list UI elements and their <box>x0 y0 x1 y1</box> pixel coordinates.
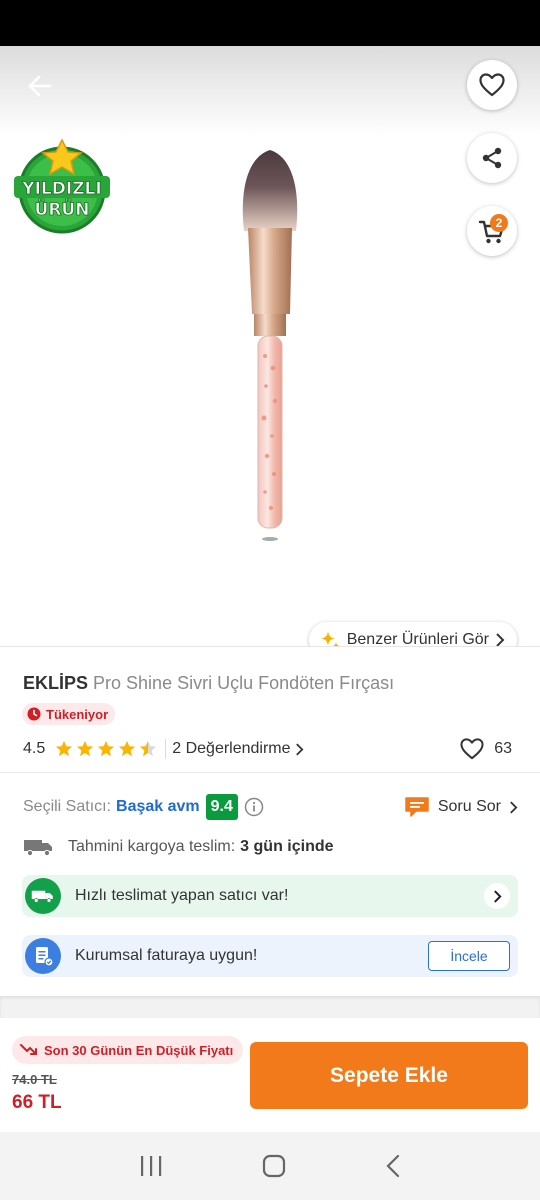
old-price: 74.0 TL <box>12 1072 57 1087</box>
star-icon <box>119 740 136 757</box>
chat-bubble-icon <box>405 797 429 817</box>
current-price: 66 TL <box>12 1092 62 1113</box>
info-icon[interactable] <box>244 797 264 817</box>
corporate-invoice-banner: Kurumsal faturaya uygun! İncele <box>22 935 518 977</box>
like-count: 63 <box>494 740 512 757</box>
product-image <box>242 150 298 541</box>
back-button[interactable] <box>22 68 58 104</box>
ask-question-label: Soru Sor <box>437 798 501 815</box>
featured-product-badge: YILDIZLI ÜRÜN <box>12 138 112 234</box>
truck-icon <box>24 840 52 857</box>
seller-score-badge: 9.4 <box>205 794 238 820</box>
rating-row: 4.5 2 Değerlendirme 63 <box>23 737 518 761</box>
system-nav-bar <box>0 1132 540 1200</box>
star-icon <box>77 740 94 757</box>
seller-name-link[interactable]: Başak avm <box>116 798 200 816</box>
seller-label: Seçili Satıcı: <box>23 798 112 815</box>
stock-status-badge: Tükeniyor <box>22 703 116 725</box>
reviews-link[interactable]: 2 Değerlendirme <box>172 740 304 758</box>
product-brand[interactable]: EKLİPS <box>23 673 88 693</box>
stock-status-label: Tükeniyor <box>46 706 109 722</box>
similar-products-label: Benzer Ürünleri Gör <box>346 631 489 646</box>
fast-delivery-text: Hızlı teslimat yapan satıcı var! <box>75 887 289 904</box>
svg-text:YILDIZLI: YILDIZLI <box>21 179 101 199</box>
divider <box>0 772 540 773</box>
chevron-right-icon <box>510 800 518 814</box>
delivery-estimate-row: Tahmini kargoya teslim: 3 gün içinde <box>23 837 334 857</box>
heart-icon <box>460 738 484 760</box>
trend-down-icon <box>20 1044 37 1055</box>
similar-products-button[interactable]: Benzer Ürünleri Gör <box>308 622 517 646</box>
chevron-right-icon <box>493 889 502 903</box>
rating-value: 4.5 <box>23 740 46 757</box>
reviews-link-label: 2 Değerlendirme <box>172 740 291 757</box>
heart-icon <box>479 73 505 97</box>
fast-truck-icon <box>25 878 61 914</box>
fast-delivery-banner[interactable]: Hızlı teslimat yapan satıcı var! <box>22 875 518 917</box>
chevron-right-icon <box>295 742 304 756</box>
svg-text:ÜRÜN: ÜRÜN <box>35 198 90 220</box>
delivery-value: 3 gün içinde <box>240 838 334 855</box>
rating-separator <box>165 739 167 759</box>
delivery-label: Tahmini kargoya teslim: <box>68 838 236 855</box>
share-icon <box>482 147 502 169</box>
home-icon[interactable] <box>262 1154 286 1178</box>
sparkle-icon <box>320 631 339 646</box>
star-icon <box>98 740 115 757</box>
favorite-button[interactable] <box>467 60 517 110</box>
lowest-price-label: Son 30 Günün En Düşük Fiyatı <box>44 1042 234 1058</box>
half-star-icon <box>140 740 157 757</box>
ask-question-button[interactable]: Soru Sor <box>404 795 518 819</box>
section-gap <box>0 996 540 1018</box>
review-button[interactable]: İncele <box>428 941 510 971</box>
rating-stars <box>55 740 157 758</box>
clock-icon <box>27 707 41 721</box>
back-nav-icon[interactable] <box>385 1154 401 1178</box>
add-to-cart-button[interactable]: Sepete Ekle <box>250 1042 528 1109</box>
product-name: Pro Shine Sivri Uçlu Fondöten Fırçası <box>93 673 395 693</box>
seller-row: Seçili Satıcı: Başak avm 9.4 Soru Sor <box>23 793 518 821</box>
product-info: EKLİPS Pro Shine Sivri Uçlu Fondöten Fır… <box>0 646 540 977</box>
back-arrow-icon <box>28 75 52 97</box>
fast-delivery-chevron[interactable] <box>484 883 510 909</box>
status-bar <box>0 0 540 46</box>
corporate-invoice-text: Kurumsal faturaya uygun! <box>75 947 258 964</box>
price-bar: Son 30 Günün En Düşük Fiyatı 74.0 TL 66 … <box>0 1018 540 1132</box>
like-button[interactable]: 63 <box>460 738 512 760</box>
cart-count-badge: 2 <box>490 214 508 232</box>
invoice-icon <box>25 938 61 974</box>
lowest-price-badge: Son 30 Günün En Düşük Fiyatı <box>12 1036 244 1064</box>
star-icon <box>56 740 73 757</box>
share-button[interactable] <box>467 133 517 183</box>
recent-apps-icon[interactable] <box>139 1155 163 1177</box>
product-image-area[interactable]: YILDIZLI ÜRÜN 2 Benzer Ürünleri Gör <box>0 46 540 646</box>
cart-button[interactable]: 2 <box>467 206 517 256</box>
product-title: EKLİPS Pro Shine Sivri Uçlu Fondöten Fır… <box>23 673 394 694</box>
chevron-right-icon <box>496 633 505 646</box>
